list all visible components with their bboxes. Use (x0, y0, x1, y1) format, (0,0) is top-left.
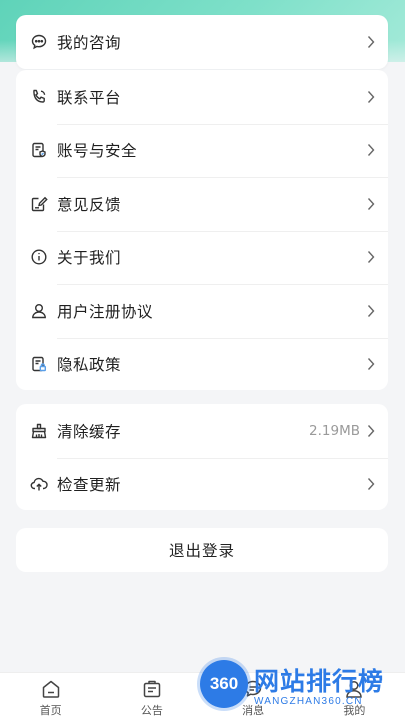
watermark-title: 网站排行榜 (254, 667, 385, 696)
logout-button[interactable]: 退出登录 (16, 528, 388, 572)
menu-item-account-security[interactable]: 账号与安全 (16, 123, 388, 178)
menu-label-account-security: 账号与安全 (57, 142, 138, 161)
menu-label-privacy: 隐私政策 (57, 356, 122, 375)
chevron-right-icon (366, 477, 376, 491)
storage-card: 清除缓存 2.19MB 检查更新 (16, 404, 388, 510)
feedback-icon (30, 195, 48, 213)
broom-icon (30, 422, 48, 440)
menu-item-feedback[interactable]: 意见反馈 (16, 177, 388, 231)
menu-item-privacy[interactable]: 隐私政策 (16, 337, 388, 392)
user-icon (30, 302, 48, 320)
chevron-right-icon (366, 424, 376, 438)
menu-item-user-agreement[interactable]: 用户注册协议 (16, 284, 388, 338)
menu-label-clear-cache: 清除缓存 (57, 422, 122, 441)
menu-label-feedback: 意见反馈 (57, 195, 122, 214)
consult-card: 我的咨询 (16, 15, 388, 69)
chevron-right-icon (366, 250, 376, 264)
menu-label-consult: 我的咨询 (57, 34, 122, 52)
menu-label-check-update: 检查更新 (57, 476, 122, 495)
settings-card: 联系平台 账号与安全 意见反馈 关于我们 用户注册协议 隐私政策 (16, 70, 388, 390)
info-icon (30, 248, 48, 266)
tab-home[interactable]: 首页 (0, 673, 101, 720)
watermark-logo: 360 网站排行榜 WANGZHAN360.CN (196, 656, 405, 720)
watermark-badge: 360 (200, 660, 248, 708)
tab-label-home: 首页 (39, 703, 62, 717)
watermark-subtitle: WANGZHAN360.CN (254, 696, 363, 707)
tab-notice[interactable]: 公告 (101, 673, 202, 720)
chevron-right-icon (366, 90, 376, 104)
cache-size: 2.19MB (309, 422, 360, 439)
home-icon (42, 680, 59, 698)
tab-label-notice: 公告 (140, 703, 163, 717)
menu-item-about[interactable]: 关于我们 (16, 230, 388, 285)
account-security-icon (30, 141, 48, 159)
menu-label-contact: 联系平台 (57, 88, 122, 107)
menu-label-user-agreement: 用户注册协议 (57, 302, 154, 321)
privacy-icon (30, 355, 48, 373)
menu-item-contact[interactable]: 联系平台 (16, 70, 388, 124)
chevron-right-icon (366, 304, 376, 318)
menu-item-clear-cache[interactable]: 清除缓存 2.19MB (16, 404, 388, 458)
phone-icon (30, 88, 48, 106)
chevron-right-icon (366, 143, 376, 157)
chevron-right-icon (366, 357, 376, 371)
menu-label-about: 关于我们 (57, 249, 122, 268)
menu-item-check-update[interactable]: 检查更新 (16, 457, 388, 512)
cloud-upload-icon (30, 475, 48, 493)
chevron-right-icon (366, 197, 376, 211)
chat-icon (30, 33, 48, 51)
menu-item-consult[interactable]: 我的咨询 (16, 15, 388, 69)
notice-icon (143, 680, 161, 697)
chevron-right-icon (366, 35, 376, 49)
